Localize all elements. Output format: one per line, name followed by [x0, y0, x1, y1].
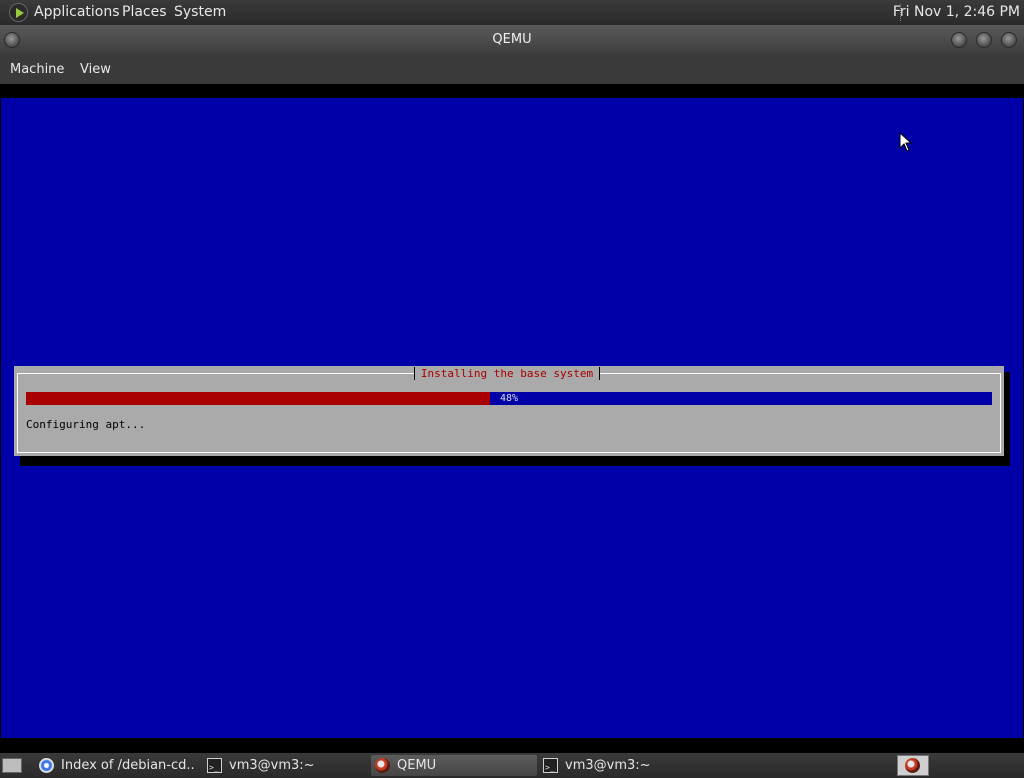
desktop: Applications Places System Fri Nov 1, 2:… — [0, 0, 1024, 778]
applications-menu[interactable]: Applications — [34, 4, 120, 21]
machine-menu[interactable]: Machine — [10, 61, 64, 78]
window-title: QEMU — [492, 32, 532, 47]
terminal-icon — [543, 757, 558, 776]
clock[interactable]: Fri Nov 1, 2:46 PM — [893, 4, 1020, 21]
qemu-icon — [375, 758, 390, 773]
progress-percent: 48% — [499, 393, 519, 404]
workspace-switcher[interactable] — [897, 755, 929, 776]
task-browser[interactable]: Index of /debian-cd... — [35, 755, 195, 776]
minimize-button[interactable] — [951, 32, 967, 48]
task-label: vm3@vm3:~ — [229, 758, 315, 773]
task-label: QEMU — [397, 758, 437, 773]
task-terminal-1[interactable]: vm3@vm3:~ — [203, 755, 363, 776]
task-terminal-2[interactable]: vm3@vm3:~ — [539, 755, 699, 776]
close-button[interactable] — [1001, 32, 1017, 48]
task-label: vm3@vm3:~ — [565, 758, 651, 773]
show-desktop-icon[interactable] — [2, 758, 22, 773]
menubar: Machine View — [0, 55, 1024, 84]
status-text: Configuring apt... — [26, 418, 146, 431]
browser-icon — [39, 758, 54, 773]
qemu-icon — [905, 758, 920, 773]
mouse-pointer-icon — [899, 132, 913, 152]
view-menu[interactable]: View — [80, 61, 111, 78]
maximize-button[interactable] — [976, 32, 992, 48]
task-label: Index of /debian-cd... — [61, 758, 195, 773]
taskbar: Index of /debian-cd... vm3@vm3:~ QEMU vm… — [0, 753, 1024, 778]
progress-bar: 48% — [26, 392, 992, 405]
top-panel: Applications Places System Fri Nov 1, 2:… — [0, 0, 1024, 25]
places-menu[interactable]: Places — [122, 4, 167, 21]
installer-dialog: Installing the base system 48% Configuri… — [14, 366, 1004, 456]
task-qemu[interactable]: QEMU — [371, 755, 537, 776]
dialog-title: Installing the base system — [414, 367, 600, 380]
system-menu[interactable]: System — [174, 4, 226, 21]
dialog-border — [17, 373, 1001, 453]
applications-icon[interactable] — [9, 3, 28, 22]
window-titlebar[interactable]: QEMU — [0, 25, 1024, 55]
terminal-icon — [207, 757, 222, 776]
